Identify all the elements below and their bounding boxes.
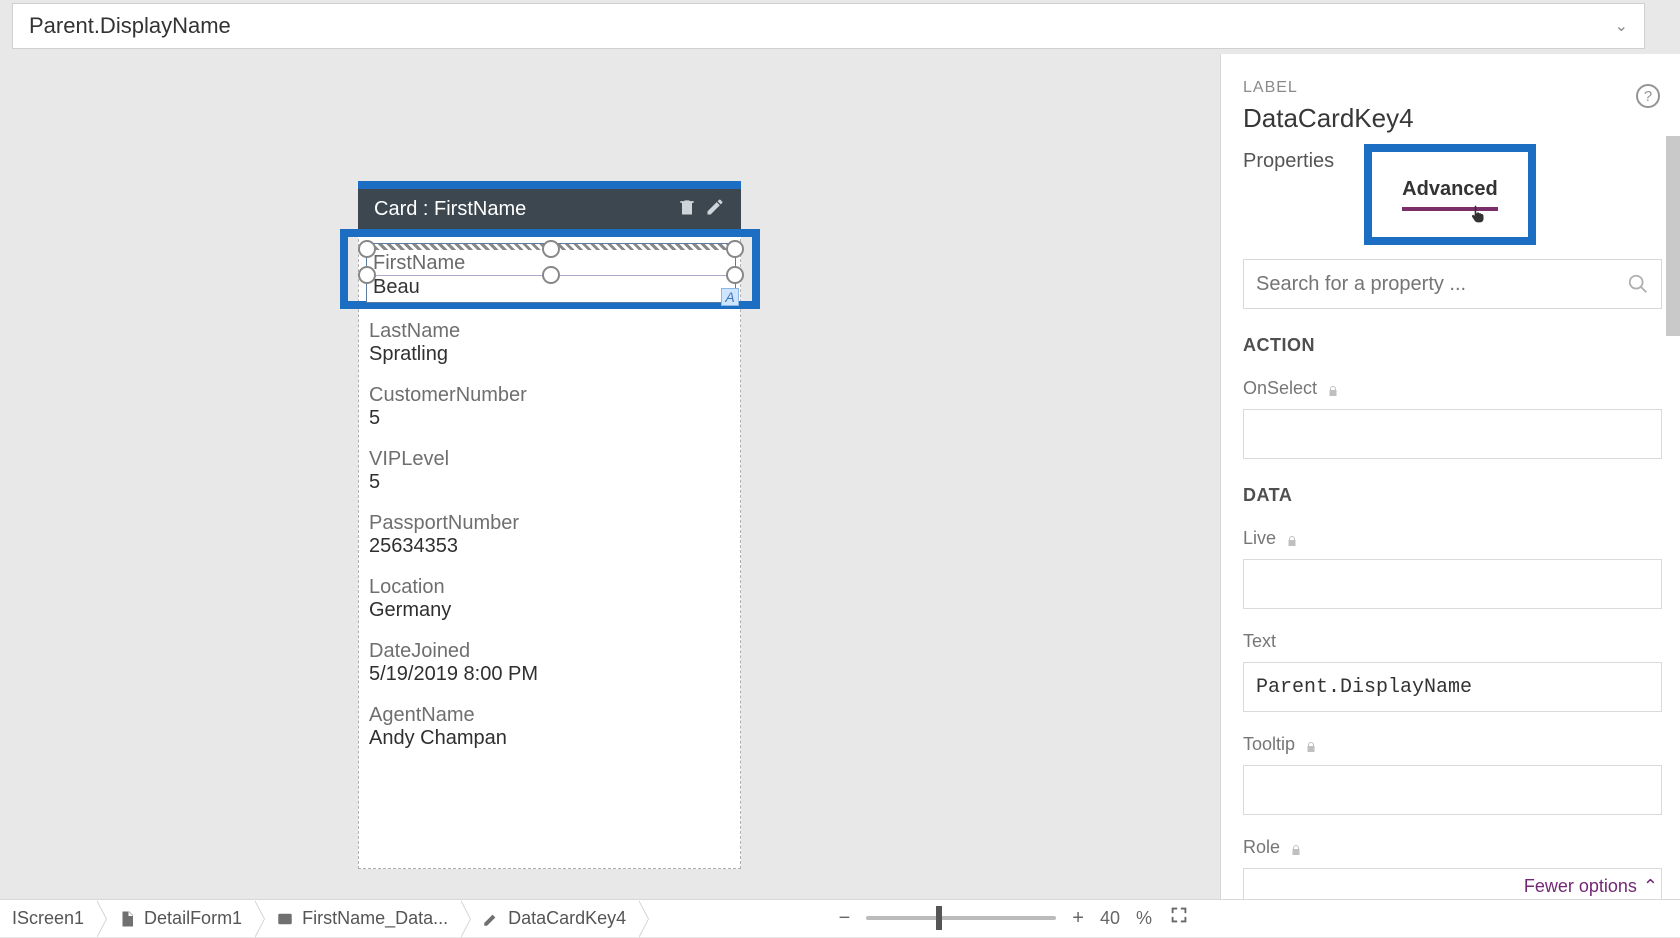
field-row: Location Germany: [359, 566, 740, 630]
property-search[interactable]: [1243, 259, 1662, 309]
tab-properties[interactable]: Properties: [1243, 144, 1334, 179]
field-label: LastName: [369, 314, 730, 343]
breadcrumb-text: DetailForm1: [144, 908, 242, 929]
prop-tooltip-label: Tooltip: [1243, 734, 1662, 755]
resize-handle[interactable]: [726, 266, 744, 284]
zoom-slider[interactable]: [866, 916, 1056, 920]
prop-live-label: Live: [1243, 528, 1662, 549]
field-value: Spratling: [369, 343, 730, 370]
edit-icon[interactable]: [705, 197, 725, 222]
breadcrumb-item[interactable]: DataCardKey4: [460, 900, 638, 937]
label-icon: [482, 910, 500, 928]
property-search-input[interactable]: [1256, 273, 1627, 296]
zoom-unit: %: [1136, 908, 1152, 929]
text-badge-icon: A: [721, 288, 739, 306]
prop-tooltip-input[interactable]: [1243, 765, 1662, 815]
card-header-title: Card : FirstName: [374, 198, 526, 221]
resize-handle[interactable]: [358, 266, 376, 284]
field-value: 5: [369, 471, 730, 498]
chevron-up-icon: ⌃: [1643, 876, 1658, 897]
resize-handle[interactable]: [542, 266, 560, 284]
breadcrumb-text: IScreen1: [12, 908, 84, 929]
help-icon[interactable]: ?: [1636, 84, 1660, 108]
formula-bar-expand-icon[interactable]: ⌄: [1615, 16, 1628, 36]
zoom-value: 40: [1100, 908, 1120, 929]
tab-advanced-highlight: Advanced: [1364, 144, 1536, 245]
resize-handle[interactable]: [726, 240, 744, 258]
scrollbar[interactable]: [1666, 136, 1680, 336]
prop-onselect-input[interactable]: [1243, 409, 1662, 459]
lock-icon: [1327, 382, 1339, 396]
property-tabs: Properties Advanced: [1243, 144, 1662, 245]
selected-datacard-key[interactable]: FirstName Beau A: [366, 243, 736, 303]
field-value: Andy Champan: [369, 727, 730, 754]
object-name: DataCardKey4: [1243, 103, 1662, 134]
prop-live-input[interactable]: [1243, 559, 1662, 609]
prop-text-label: Text: [1243, 631, 1662, 652]
field-label: VIPLevel: [369, 442, 730, 471]
field-label: PassportNumber: [369, 506, 730, 535]
lock-icon: [1305, 738, 1317, 752]
field-row: PassportNumber 25634353: [359, 502, 740, 566]
zoom-in-button[interactable]: +: [1072, 907, 1084, 930]
cursor-pointer-icon: [1468, 203, 1488, 231]
breadcrumb-item[interactable]: FirstName_Data...: [254, 900, 460, 937]
fullscreen-icon[interactable]: [1168, 904, 1190, 932]
breadcrumb-item[interactable]: IScreen1: [0, 900, 96, 937]
field-label: CustomerNumber: [369, 378, 730, 407]
field-value: 5/19/2019 8:00 PM: [369, 663, 730, 690]
field-row: DateJoined 5/19/2019 8:00 PM: [359, 630, 740, 694]
resize-handle[interactable]: [542, 240, 560, 258]
zoom-out-button[interactable]: −: [839, 907, 851, 930]
properties-pane: ? LABEL DataCardKey4 Properties Advanced…: [1220, 54, 1680, 907]
breadcrumb-item[interactable]: DetailForm1: [96, 900, 254, 937]
prop-role-label: Role: [1243, 837, 1662, 858]
field-label: DateJoined: [369, 634, 730, 663]
section-data-title: DATA: [1243, 485, 1662, 506]
field-row: AgentName Andy Champan: [359, 694, 740, 758]
formula-bar[interactable]: Parent.DisplayName ⌄: [12, 3, 1645, 49]
resize-handle[interactable]: [358, 240, 376, 258]
card-header[interactable]: Card : FirstName: [358, 181, 741, 229]
search-icon: [1627, 273, 1649, 295]
zoom-slider-thumb[interactable]: [936, 906, 942, 930]
field-row: LastName Spratling: [359, 310, 740, 374]
zoom-controls: − + 40 %: [839, 904, 1190, 932]
card-container: Card : FirstName FirstName Beau A: [358, 181, 741, 869]
card-body[interactable]: LastName Spratling CustomerNumber 5 VIPL…: [358, 229, 741, 869]
field-row: VIPLevel 5: [359, 438, 740, 502]
card-icon: [276, 910, 294, 928]
formula-bar-value: Parent.DisplayName: [29, 13, 231, 39]
field-value: 25634353: [369, 535, 730, 562]
field-value: Germany: [369, 599, 730, 626]
object-type-label: LABEL: [1243, 79, 1662, 97]
section-action-title: ACTION: [1243, 335, 1662, 356]
selection-highlight[interactable]: FirstName Beau A: [340, 229, 760, 309]
prop-text-input[interactable]: [1243, 662, 1662, 712]
delete-icon[interactable]: [677, 197, 697, 222]
form-icon: [118, 910, 136, 928]
lock-icon: [1290, 841, 1302, 855]
lock-icon: [1286, 532, 1298, 546]
field-value: 5: [369, 407, 730, 434]
breadcrumb-text: DataCardKey4: [508, 908, 626, 929]
breadcrumb-text: FirstName_Data...: [302, 908, 448, 929]
fewer-options-link[interactable]: Fewer options ⌃: [1524, 876, 1658, 897]
field-row: CustomerNumber 5: [359, 374, 740, 438]
prop-onselect-label: OnSelect: [1243, 378, 1662, 399]
field-label: AgentName: [369, 698, 730, 727]
field-label: Location: [369, 570, 730, 599]
